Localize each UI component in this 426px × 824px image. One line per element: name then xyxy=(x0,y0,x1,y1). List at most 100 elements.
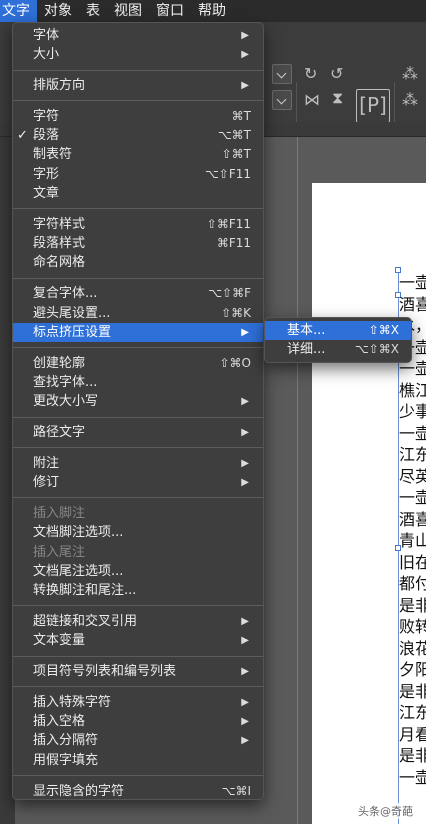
menu-item-label: 文档尾注选项... xyxy=(33,563,124,579)
menubar-table[interactable]: 表 xyxy=(79,0,107,22)
submenu-item-detailed[interactable]: 详细... ⌥⇧⌘X xyxy=(265,340,411,359)
shortcut-label: ⌘T xyxy=(231,108,251,123)
menu-item-footnote-options[interactable]: 文档脚注选项... xyxy=(13,523,263,542)
menu-item-show-hidden[interactable]: 显示隐含的字符 ⌥⌘I xyxy=(13,782,263,801)
menu-item-text-variables[interactable]: 文本变量 ▶ xyxy=(13,631,263,650)
submenu-arrow-icon: ▶ xyxy=(241,326,249,338)
menu-item-font[interactable]: 字体 ▶ xyxy=(13,26,263,45)
text-line: 一壶 xyxy=(399,767,426,787)
flip-horizontal-icon[interactable]: ⋈ xyxy=(304,90,320,109)
menu-bar: 文字 对象 表 视图 窗口 帮助 xyxy=(0,0,426,22)
menu-item-label: 复合字体... xyxy=(33,286,98,302)
menu-item-char-styles[interactable]: 字符样式 ⇧⌘F11 xyxy=(13,215,263,234)
submenu-arrow-icon: ▶ xyxy=(241,49,249,61)
menu-item-insert-special[interactable]: 插入特殊字符 ▶ xyxy=(13,693,263,712)
menu-separator xyxy=(13,600,263,612)
menubar-view[interactable]: 视图 xyxy=(107,0,149,22)
text-line: 一壶 xyxy=(399,488,426,507)
menubar-object[interactable]: 对象 xyxy=(37,0,79,22)
dropdown-toggle[interactable] xyxy=(272,90,292,110)
text-line: 月看 xyxy=(399,724,426,744)
menu-separator xyxy=(13,681,263,693)
menu-item-bullets-numbering[interactable]: 项目符号列表和编号列表 ▶ xyxy=(13,662,263,681)
rotate-ccw-icon[interactable]: ↺ xyxy=(330,64,343,83)
menu-item-label: 标点挤压设置 xyxy=(33,324,112,340)
text-line: 江东 xyxy=(399,445,426,464)
menu-item-type-on-path[interactable]: 路径文字 ▶ xyxy=(13,423,263,442)
menu-item-hyperlinks[interactable]: 超链接和交叉引用 ▶ xyxy=(13,612,263,631)
shortcut-label: ⌥⌘T xyxy=(217,128,251,143)
menubar-window[interactable]: 窗口 xyxy=(149,0,191,22)
shortcut-label: ⌥⇧⌘X xyxy=(354,342,399,357)
menu-item-convert-notes[interactable]: 转换脚注和尾注... xyxy=(13,581,263,600)
menu-item-size[interactable]: 大小 ▶ xyxy=(13,45,263,64)
menu-item-paragraph[interactable]: ✓ 段落 ⌥⌘T xyxy=(13,126,263,145)
menu-item-track-changes[interactable]: 修订 ▶ xyxy=(13,473,263,492)
menu-item-notes[interactable]: 附注 ▶ xyxy=(13,454,263,473)
menu-item-named-grids[interactable]: 命名网格 xyxy=(13,253,263,272)
shortcut-label: ⇧⌘T xyxy=(221,147,251,162)
dropdown-toggle[interactable] xyxy=(272,64,292,84)
menu-item-kinsoku[interactable]: 避头尾设置... ⇧⌘K xyxy=(13,304,263,323)
text-line: 樵江 xyxy=(399,380,426,400)
menu-separator xyxy=(13,651,263,663)
menu-item-composite-fonts[interactable]: 复合字体... ⌥⇧⌘F xyxy=(13,284,263,303)
rotate-cw-icon[interactable]: ↻ xyxy=(304,64,317,83)
menu-item-label: 查找字体... xyxy=(33,374,98,390)
menu-item-label: 避头尾设置... xyxy=(33,305,111,321)
submenu-arrow-icon: ▶ xyxy=(241,477,249,489)
text-line: 夕阳 xyxy=(399,660,426,679)
submenu-arrow-icon: ▶ xyxy=(241,735,249,747)
menu-item-label: 用假字填充 xyxy=(33,752,99,768)
menu-item-label: 插入分隔符 xyxy=(33,733,99,749)
distribute-icon[interactable]: ⁂ xyxy=(402,90,418,109)
shortcut-label: ⇧⌘K xyxy=(221,305,251,320)
align-icon[interactable]: ⁂ xyxy=(402,64,418,83)
flip-vertical-icon[interactable]: ⧗ xyxy=(332,88,343,108)
menu-separator xyxy=(13,442,263,454)
menu-item-change-case[interactable]: 更改大小写 ▶ xyxy=(13,392,263,411)
text-line: 一壶 xyxy=(399,423,426,443)
menu-item-endnote-options[interactable]: 文档尾注选项... xyxy=(13,562,263,581)
submenu-item-basic[interactable]: 基本... ⇧⌘X xyxy=(265,321,411,341)
menu-item-label: 排版方向 xyxy=(33,78,86,94)
menu-item-glyphs[interactable]: 字形 ⌥⇧F11 xyxy=(13,165,263,184)
menubar-type[interactable]: 文字 xyxy=(0,0,37,22)
menu-item-insert-break[interactable]: 插入分隔符 ▶ xyxy=(13,731,263,750)
menu-item-label: 制表符 xyxy=(33,147,73,163)
menu-item-insert-white[interactable]: 插入空格 ▶ xyxy=(13,712,263,731)
text-line: 酒喜 xyxy=(399,509,426,529)
submenu-arrow-icon: ▶ xyxy=(241,696,249,708)
text-line: 青山 xyxy=(399,531,426,550)
menu-item-label: 段落样式 xyxy=(33,236,86,252)
menu-item-label: 字体 xyxy=(33,28,60,43)
menu-item-label: 命名网格 xyxy=(33,255,86,271)
checkmark-icon: ✓ xyxy=(17,128,28,144)
shortcut-label: ⌘F11 xyxy=(216,236,251,251)
bracket-icon[interactable]: [P] xyxy=(356,89,390,123)
menu-separator xyxy=(13,492,263,504)
menu-item-label: 插入特殊字符 xyxy=(33,694,112,710)
menu-item-create-outlines[interactable]: 创建轮廓 ⇧⌘O xyxy=(13,354,263,373)
menu-separator xyxy=(13,412,263,424)
menu-item-para-styles[interactable]: 段落样式 ⌘F11 xyxy=(13,234,263,253)
menu-item-label: 附注 xyxy=(33,455,60,471)
menu-item-mojikumi[interactable]: 标点挤压设置 ▶ xyxy=(13,322,263,343)
menu-item-character[interactable]: 字符 ⌘T xyxy=(13,107,263,126)
menu-separator xyxy=(13,95,263,107)
text-line: 是非 xyxy=(399,681,426,701)
menu-item-label: 字形 xyxy=(33,166,60,182)
menubar-help[interactable]: 帮助 xyxy=(191,0,233,22)
menu-item-story[interactable]: 文章 xyxy=(13,184,263,203)
menu-item-label: 基本... xyxy=(287,323,326,338)
menu-item-fill-placeholder[interactable]: 用假字填充 xyxy=(13,751,263,770)
menu-item-orientation[interactable]: 排版方向 ▶ xyxy=(13,76,263,95)
menu-item-tabs[interactable]: 制表符 ⇧⌘T xyxy=(13,145,263,164)
menu-item-find-font[interactable]: 查找字体... xyxy=(13,373,263,392)
text-line: 尽英 xyxy=(399,466,426,486)
shortcut-label: ⇧⌘O xyxy=(219,355,252,370)
menu-separator xyxy=(13,65,263,77)
text-line: 浪花 xyxy=(399,638,426,658)
menu-item-label: 字符 xyxy=(33,108,60,124)
bleed-guide xyxy=(297,137,298,824)
